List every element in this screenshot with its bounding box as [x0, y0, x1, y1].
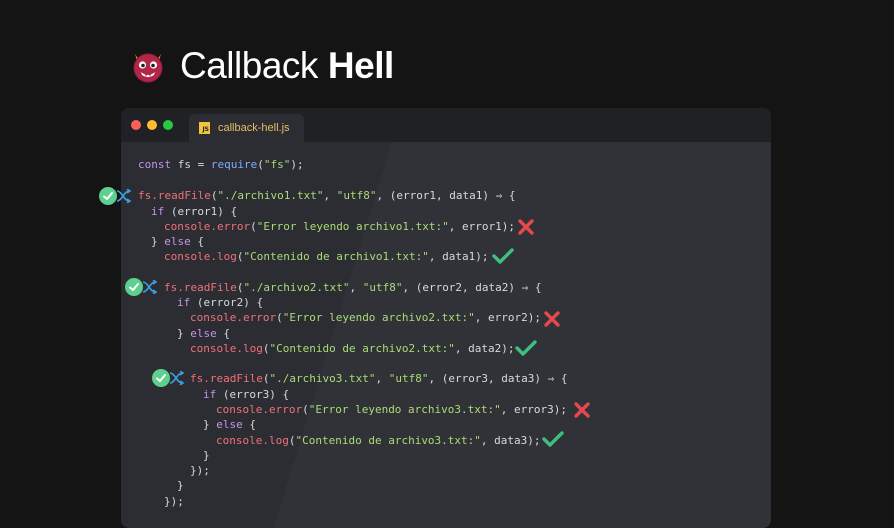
code-line: if (error2) { — [177, 296, 264, 309]
code-line: }); — [164, 495, 184, 508]
code-line: console.log("Contenido de archivo1.txt:"… — [164, 250, 489, 263]
code-line: fs.readFile("./archivo1.txt", "utf8", (e… — [138, 189, 516, 202]
minimize-window-button[interactable] — [147, 120, 157, 130]
code-line: fs.readFile("./archivo2.txt", "utf8", (e… — [164, 281, 542, 294]
code-area[interactable]: const fs = require("fs"); fs.readFile(".… — [121, 142, 771, 528]
editor-window: JS callback-hell.js const fs = require("… — [121, 108, 771, 528]
code-line: if (error3) { — [203, 388, 290, 401]
checkmark-icon — [542, 431, 564, 447]
maximize-window-button[interactable] — [163, 120, 173, 130]
page-header: Callback Hell — [130, 44, 394, 88]
code-line: console.log("Contenido de archivo3.txt:"… — [216, 434, 541, 447]
js-file-icon: JS — [199, 122, 210, 134]
code-line: console.log("Contenido de archivo2.txt:"… — [190, 342, 515, 355]
cross-icon — [518, 219, 534, 235]
tab-callback-hell-js[interactable]: JS callback-hell.js — [189, 114, 304, 142]
code-line: console.error("Error leyendo archivo3.tx… — [216, 403, 568, 416]
code-line: const fs = require("fs"); — [138, 158, 304, 171]
checkmark-icon — [515, 340, 537, 356]
cross-icon — [574, 402, 590, 418]
devil-emoji-icon — [133, 53, 163, 83]
code-line: }); — [190, 464, 210, 477]
code-line: } else { — [177, 327, 230, 340]
page-title: Callback Hell — [180, 45, 394, 87]
close-window-button[interactable] — [131, 120, 141, 130]
editor-titlebar: JS callback-hell.js — [121, 108, 771, 142]
tab-label: callback-hell.js — [218, 122, 290, 134]
code-line: } else { — [151, 235, 204, 248]
title-light: Callback — [180, 45, 318, 86]
code-line: console.error("Error leyendo archivo1.tx… — [164, 220, 516, 233]
code-line: console.error("Error leyendo archivo2.tx… — [190, 311, 542, 324]
code-line: if (error1) { — [151, 205, 238, 218]
code-line: } else { — [203, 418, 256, 431]
code-line: fs.readFile("./archivo3.txt", "utf8", (e… — [190, 372, 568, 385]
cross-icon — [544, 311, 560, 327]
code-line: } — [203, 449, 210, 462]
title-bold: Hell — [327, 45, 394, 86]
traffic-lights — [131, 120, 173, 130]
code-line: } — [177, 479, 184, 492]
checkmark-icon — [492, 248, 514, 264]
